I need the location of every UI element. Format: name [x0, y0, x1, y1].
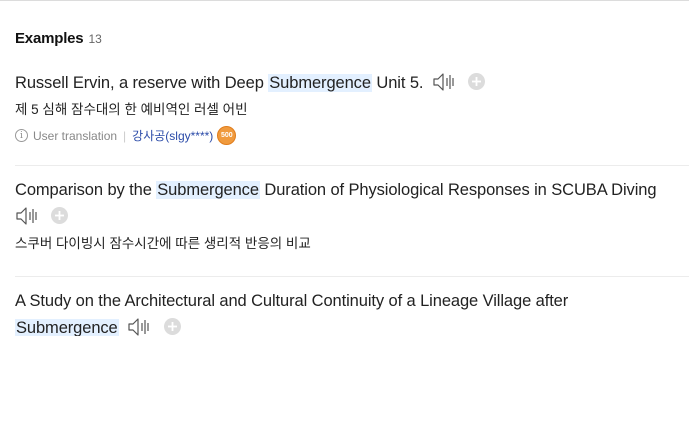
- sentence-text: Duration of Physiological Responses in S…: [259, 181, 657, 199]
- example-translation: 제 5 심해 잠수대의 한 예비역인 러셀 어빈: [15, 102, 248, 117]
- highlighted-term: Submergence: [268, 74, 372, 92]
- example-item: A Study on the Architectural and Cultura…: [15, 288, 689, 336]
- plus-icon[interactable]: [51, 207, 69, 225]
- example-divider: [15, 165, 689, 166]
- examples-panel: Examples 13 Russell Ervin, a reserve wit…: [0, 0, 689, 429]
- user-link[interactable]: 강사공(slgy****): [132, 127, 213, 144]
- example-sentence: Russell Ervin, a reserve with Deep Subme…: [15, 70, 689, 97]
- info-icon[interactable]: i: [15, 129, 28, 142]
- example-item: Russell Ervin, a reserve with Deep Subme…: [15, 70, 689, 145]
- section-count: 13: [88, 32, 102, 46]
- plus-icon[interactable]: [163, 318, 181, 336]
- example-sentence: A Study on the Architectural and Cultura…: [15, 288, 689, 336]
- sentence-text: A Study on the Architectural and Cultura…: [15, 292, 569, 310]
- separator: |: [123, 128, 127, 143]
- speaker-icon[interactable]: [432, 72, 458, 92]
- example-item: Comparison by the Submergence Duration o…: [15, 177, 689, 254]
- speaker-icon[interactable]: [15, 206, 41, 226]
- translation-meta: i User translation | 강사공(slgy****) 500: [15, 126, 689, 145]
- highlighted-term: Submergence: [15, 319, 119, 336]
- top-divider: [0, 0, 689, 1]
- example-sentence: Comparison by the Submergence Duration o…: [15, 177, 689, 231]
- user-level-badge: 500: [217, 126, 237, 145]
- sentence-text: Unit 5.: [371, 74, 424, 92]
- sentence-text: Russell Ervin, a reserve with Deep: [15, 74, 269, 92]
- highlighted-term: Submergence: [156, 181, 260, 199]
- speaker-icon[interactable]: [127, 317, 153, 336]
- example-translation: 스쿠버 다이빙시 잠수시간에 따른 생리적 반응의 비교: [15, 236, 311, 251]
- source-label: User translation: [33, 128, 118, 143]
- plus-icon[interactable]: [468, 73, 486, 91]
- example-divider: [15, 276, 689, 277]
- examples-header: Examples 13: [15, 30, 102, 47]
- section-title: Examples: [15, 30, 84, 47]
- sentence-text: Comparison by the: [15, 181, 157, 199]
